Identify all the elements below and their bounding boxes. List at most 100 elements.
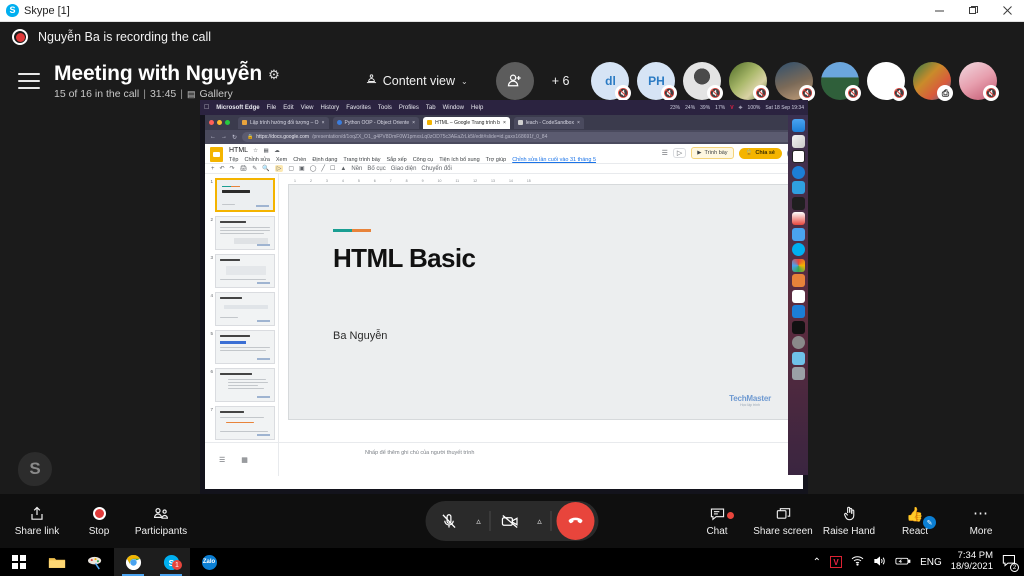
toolbar-zoom-icon[interactable]: 🔍 [262, 165, 269, 172]
raise-hand-button[interactable]: Raise Hand [816, 505, 882, 537]
document-name[interactable]: HTML [229, 147, 248, 154]
comment-history-icon[interactable]: ☰ [662, 149, 668, 157]
toolbar-background-label[interactable]: Nền [351, 166, 362, 172]
grid-view-icon[interactable]: ▦ [241, 456, 248, 464]
content-view-selector[interactable]: Content view ⌄ [366, 74, 468, 88]
share-link-button[interactable]: Share link [6, 505, 68, 537]
close-icon[interactable]: × [412, 120, 415, 126]
thumbnail-item[interactable]: 7 [208, 406, 275, 440]
thumbnail-preview[interactable] [215, 292, 275, 326]
browser-tab[interactable]: Python OOP - Object Oriente × [332, 116, 420, 129]
mic-options-chevron-icon[interactable]: ▵ [468, 516, 490, 527]
thumbnail-preview[interactable] [215, 178, 275, 212]
thumbnail-item[interactable]: 1 [208, 178, 275, 212]
thumbnail-item[interactable]: 4 [208, 292, 275, 326]
url-input[interactable]: 🔒 https://docs.google.com/presentation/d… [242, 132, 798, 142]
avatar[interactable]: ⎙ [913, 62, 954, 101]
browser-tab[interactable]: Lập trình hướng đối tượng – O × [238, 116, 329, 129]
dock-skype-icon[interactable] [791, 243, 805, 256]
macos-menu-profiles[interactable]: Profiles [399, 105, 419, 111]
close-icon[interactable]: × [322, 120, 325, 126]
slides-menu-trangtrinhbay[interactable]: Trang trình bày [343, 157, 380, 163]
dock-vlc-icon[interactable] [791, 274, 805, 287]
more-options-button[interactable]: ⋯ More [948, 505, 1014, 537]
dock-photos-icon[interactable] [791, 258, 805, 272]
zalo-button[interactable]: Zalo [190, 548, 228, 576]
macos-menu-tab[interactable]: Tab [426, 105, 436, 111]
slides-menu-chen[interactable]: Chèn [293, 157, 306, 163]
avatar[interactable]: 🔇 [959, 62, 1000, 101]
avatar[interactable]: 🔇 [683, 62, 724, 101]
speaker-notes-panel[interactable]: ☰ ▦ Nhấp để thêm ghi chú của người thuyế… [205, 442, 803, 476]
browser-tab-active[interactable]: HTML – Google Trang trình b × [423, 116, 510, 129]
macos-traffic-lights[interactable] [209, 120, 230, 125]
slide-thumbnail-panel[interactable]: 1 2 3 4 5 6 7 [205, 174, 279, 442]
dock-vscode-icon[interactable] [791, 181, 805, 194]
google-chrome-button[interactable] [114, 548, 152, 576]
skype-taskbar-button[interactable]: S 1 [152, 548, 190, 576]
clock[interactable]: 7:34 PM 18/9/2021 [951, 550, 993, 573]
filmstrip-view-icon[interactable]: ☰ [219, 456, 225, 464]
thumbnail-preview[interactable] [215, 216, 275, 250]
macos-menu-history[interactable]: History [321, 105, 340, 111]
slides-menu-dinhdang[interactable]: Định dạng [312, 157, 337, 163]
start-button[interactable] [0, 548, 38, 576]
dock-calendar-icon[interactable] [791, 289, 805, 303]
avatar[interactable]: 🔇 [729, 62, 770, 101]
camera-toggle-button[interactable] [491, 502, 529, 540]
chat-button[interactable]: Chat [684, 505, 750, 537]
macos-menu-window[interactable]: Window [443, 105, 464, 111]
toolbar-theme-label[interactable]: Giao diện [391, 166, 417, 172]
dock-notion-icon[interactable] [791, 150, 805, 163]
doc-action-icons[interactable]: ☆ ▦ ☁ [253, 148, 282, 154]
react-button[interactable]: 👍 ✎ React [882, 505, 948, 537]
thumbnail-preview[interactable] [215, 406, 275, 440]
toolbar-line-icon[interactable]: ╱ [321, 165, 325, 172]
gear-icon[interactable]: ⚙ [268, 68, 280, 81]
slides-menu-trogiup[interactable]: Trợ giúp [486, 157, 507, 163]
share-button[interactable]: 🔒 Chia sẻ [738, 147, 782, 159]
browser-tab[interactable]: leach - CodeSandbox × [513, 116, 584, 129]
hamburger-menu-icon[interactable] [18, 70, 40, 92]
toolbar-layout-label[interactable]: Bố cục [367, 166, 385, 172]
dock-figma-icon[interactable] [791, 196, 805, 210]
toolbar-select-icon[interactable]: ▷ [274, 165, 284, 172]
slides-menu-tienich[interactable]: Tiện ích bổ sung [439, 157, 479, 163]
dock-launchpad-icon[interactable] [791, 134, 805, 148]
dock-terminal-icon[interactable] [791, 320, 805, 334]
close-icon[interactable]: × [503, 120, 506, 126]
slide-canvas-area[interactable]: 12 34 56 78 9 10 11 12 13 14 15 HTML Basic [279, 174, 803, 442]
toolbar-print-icon[interactable]: 🖨 [240, 165, 248, 172]
toolbar-textbox-icon[interactable]: ▢ [288, 165, 294, 172]
notification-icon[interactable]: 2 [1002, 554, 1019, 572]
mic-toggle-button[interactable] [430, 502, 468, 540]
toolbar-paint-format-icon[interactable]: ✎ [252, 165, 257, 172]
edit-pen-icon[interactable]: ✎ [923, 516, 936, 529]
slides-menu-sapxep[interactable]: Sắp xếp [387, 157, 407, 163]
toolbar-transition-label[interactable]: Chuyển đổi [421, 166, 451, 172]
thumbnail-item[interactable]: 2 [208, 216, 275, 250]
slideshow-mode-icon[interactable]: ▷ [672, 148, 687, 158]
toolbar-fill-icon[interactable]: ▲ [340, 166, 346, 172]
toolbar-shape-icon[interactable]: ◯ [310, 165, 317, 172]
thumbnail-item[interactable]: 5 [208, 330, 275, 364]
end-call-button[interactable] [556, 502, 595, 540]
paint-button[interactable] [76, 548, 114, 576]
dock-folder-icon[interactable] [791, 351, 805, 365]
last-edit-link[interactable]: Chỉnh sửa lần cuối vào 31 tháng 5 [512, 157, 596, 163]
dock-finder-icon[interactable] [791, 119, 805, 132]
avatar[interactable]: dl 🔇 [591, 62, 632, 101]
slides-menu-chinhsua[interactable]: Chỉnh sửa [244, 157, 269, 163]
camera-options-chevron-icon[interactable]: ▵ [529, 516, 551, 527]
slides-menu-xem[interactable]: Xem [276, 157, 287, 163]
macos-menu-view[interactable]: View [301, 105, 314, 111]
avatar[interactable]: 🔇 [867, 62, 908, 101]
present-button[interactable]: ▶ Trình bày [691, 147, 734, 159]
thumbnail-preview[interactable] [215, 254, 275, 288]
avatar[interactable]: 🔇 [775, 62, 816, 101]
overflow-participants-count[interactable]: + 6 [552, 74, 570, 88]
back-arrow-icon[interactable]: ← [210, 134, 216, 140]
slides-menu-tep[interactable]: Tệp [229, 157, 238, 163]
slides-menu-congcu[interactable]: Công cụ [413, 157, 434, 163]
dock-edge-icon[interactable] [791, 165, 805, 179]
